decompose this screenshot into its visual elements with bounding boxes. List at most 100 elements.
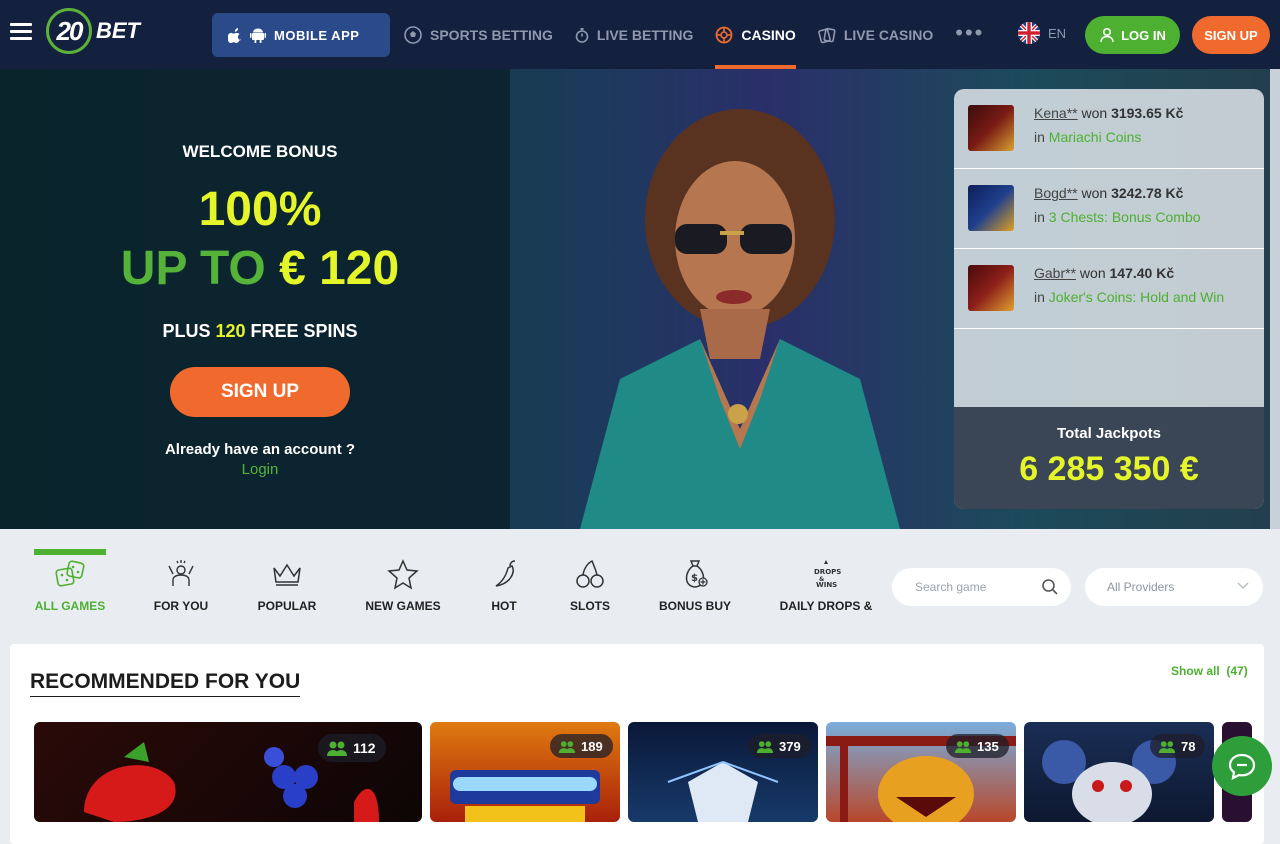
category-bonus-buy[interactable]: $ BONUS BUY (658, 549, 732, 613)
menu-icon[interactable] (10, 23, 32, 43)
winner-game-link[interactable]: Mariachi Coins (1049, 129, 1142, 145)
category-label: ALL GAMES (34, 599, 106, 613)
chevron-down-icon (1237, 582, 1249, 590)
uk-flag-icon (1018, 22, 1040, 44)
search-game-input[interactable]: Search game (892, 568, 1071, 606)
winner-game-link[interactable]: Joker's Coins: Hold and Win (1049, 289, 1224, 305)
winner-amount: 147.40 Kč (1109, 265, 1175, 281)
bonus-panel (0, 69, 510, 529)
nav-casino[interactable]: CASINO (715, 0, 797, 69)
show-all-link[interactable]: Show all (47) (1171, 664, 1248, 678)
players-icon (327, 741, 347, 756)
logo-text: BET (96, 18, 140, 43)
apple-icon (228, 28, 241, 43)
winner-item[interactable]: Bogd** won 3242.78 Kč in 3 Chests: Bonus… (954, 169, 1264, 249)
winner-game-link[interactable]: 3 Chests: Bonus Combo (1049, 209, 1201, 225)
winner-amount: 3242.78 Kč (1111, 185, 1184, 201)
jackpot-label: Total Jackpots (1057, 425, 1161, 442)
winner-item[interactable]: Kena** won 3193.65 Kč in Mariachi Coins (954, 89, 1264, 169)
bonus-up-to: UP TO (120, 242, 266, 295)
log-in-label: LOG IN (1121, 27, 1166, 43)
svg-text:WINS: WINS (816, 581, 837, 589)
providers-value: All Providers (1107, 580, 1175, 594)
category-for-you[interactable]: FOR YOU (150, 549, 212, 613)
nav-label: CASINO (741, 26, 796, 43)
top-header: 20 BET MOBILE APP SPORTS BETTING LIVE BE… (0, 0, 1280, 69)
live-chat-button[interactable] (1212, 736, 1272, 796)
game-card[interactable]: 135 (826, 722, 1016, 822)
show-all-label: Show all (1171, 664, 1220, 678)
stopwatch-icon (575, 27, 589, 43)
category-popular[interactable]: POPULAR (256, 549, 318, 613)
category-daily-drops[interactable]: DROPS & WINS DAILY DROPS & (778, 549, 874, 613)
nav-sports-betting[interactable]: SPORTS BETTING (404, 0, 553, 69)
mobile-app-button[interactable]: MOBILE APP (212, 13, 390, 57)
category-label: DAILY DROPS & (779, 599, 873, 613)
free-spins-line: PLUS 120 FREE SPINS (0, 321, 520, 342)
players-icon (756, 740, 774, 753)
hero-login-label[interactable]: Login (242, 461, 279, 478)
category-label: BONUS BUY (658, 599, 731, 613)
players-count: 135 (977, 738, 999, 754)
language-selector[interactable]: EN (1018, 22, 1066, 44)
winner-user: Bogd** (1034, 185, 1078, 201)
players-count-badge: 135 (946, 734, 1009, 758)
hero-login-link: Login (0, 461, 520, 478)
svg-text:$: $ (691, 573, 698, 584)
log-in-button[interactable]: LOG IN (1085, 16, 1180, 54)
winner-in: in (1034, 289, 1045, 305)
category-label: HOT (491, 599, 517, 613)
category-hot[interactable]: HOT (486, 549, 522, 613)
nav-live-betting[interactable]: LIVE BETTING (575, 0, 693, 69)
crown-icon (273, 563, 301, 586)
category-all-games[interactable]: ALL GAMES (34, 549, 106, 613)
sign-up-button[interactable]: SIGN UP (1192, 16, 1270, 54)
main-nav: SPORTS BETTING LIVE BETTING CASINO LIVE … (404, 0, 984, 69)
players-count-badge: 379 (748, 734, 811, 758)
show-all-count: (47) (1226, 664, 1248, 678)
game-thumbnail (968, 185, 1014, 231)
hero-sign-up-button[interactable]: SIGN UP (170, 367, 350, 417)
page-scrollbar[interactable] (1270, 69, 1280, 529)
winner-item[interactable]: Gabr** won 147.40 Kč in Joker's Coins: H… (954, 249, 1264, 329)
players-icon (558, 740, 576, 753)
players-count-badge: 78 (1150, 734, 1206, 758)
bonus-percent: 100% (198, 183, 322, 236)
more-menu-icon[interactable]: ••• (955, 20, 984, 46)
mobile-app-label: MOBILE APP (274, 27, 360, 43)
game-categories-bar: ALL GAMES FOR YOU POPULAR NEW GAMES HOT … (0, 529, 1280, 642)
winner-user: Kena** (1034, 105, 1078, 121)
nav-label: LIVE CASINO (843, 26, 934, 43)
hero-character-illustration (580, 109, 900, 529)
hero-banner: WELCOME BONUS 100% UP TO € 120 PLUS 120 … (0, 69, 1280, 529)
total-jackpots: Total Jackpots 6 285 350 € (954, 407, 1264, 509)
players-count: 379 (779, 738, 801, 754)
category-slots[interactable]: SLOTS (566, 549, 614, 613)
language-code: EN (1048, 25, 1067, 41)
search-placeholder: Search game (915, 580, 987, 594)
jackpot-value: 6 285 350 € (1019, 450, 1199, 488)
category-label: POPULAR (257, 599, 317, 613)
game-card[interactable]: 379 (628, 722, 818, 822)
game-card[interactable]: 189 (430, 722, 620, 822)
free-spins-count: 120 (215, 321, 246, 341)
game-card[interactable]: 112 (34, 722, 422, 822)
money-bag-icon: $ (685, 560, 708, 588)
search-icon (1042, 579, 1058, 595)
category-label: FOR YOU (153, 599, 209, 613)
logo[interactable]: 20 BET (46, 8, 140, 54)
players-count-badge: 189 (550, 734, 613, 758)
recommended-section: RECOMMENDED FOR YOU Show all (47) 112 18… (10, 644, 1264, 844)
game-thumbnail (968, 105, 1014, 151)
players-count: 189 (581, 738, 603, 754)
chili-pepper-icon (495, 560, 516, 587)
game-card[interactable]: 78 (1024, 722, 1214, 822)
dice-icon (55, 560, 85, 587)
nav-live-casino[interactable]: LIVE CASINO (817, 0, 934, 69)
players-count: 78 (1181, 738, 1196, 754)
winner-won: won (1081, 105, 1108, 121)
soccer-ball-icon (404, 25, 422, 44)
winner-won: won (1079, 265, 1106, 281)
category-new-games[interactable]: NEW GAMES (364, 549, 442, 613)
providers-select[interactable]: All Providers (1085, 568, 1263, 606)
